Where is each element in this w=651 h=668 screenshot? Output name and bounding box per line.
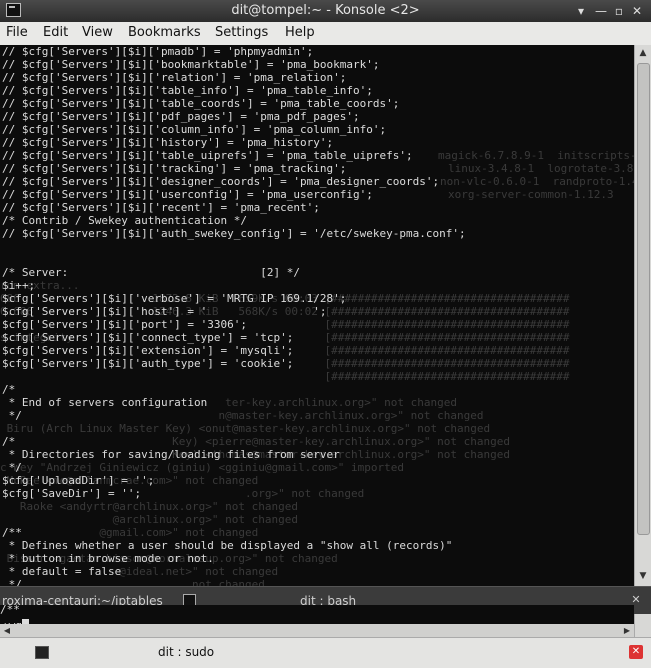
code-line: * button in browse mode or not.: [2, 552, 214, 565]
menu-file[interactable]: File: [6, 25, 28, 40]
code-line: $cfg['Servers'][$i]['host'] = ' ';: [2, 305, 327, 318]
code-line: // $cfg['Servers'][$i]['tracking'] = 'pm…: [2, 162, 347, 175]
scroll-right-icon[interactable]: ▶: [620, 624, 634, 637]
ghost-line: non-vlc-0.6.0-1 randproto-1.4.: [440, 175, 634, 188]
code-line: /*: [2, 435, 16, 448]
code-line: $cfg['UploadDir'] = '';: [2, 474, 155, 487]
code-line: // $cfg['Servers'][$i]['recent'] = 'pma_…: [2, 201, 320, 214]
code-line: */: [2, 578, 22, 586]
code-line: // $cfg['Servers'][$i]['bookmarktable'] …: [2, 58, 380, 71]
code-line: $cfg['Servers'][$i]['auth_type'] = 'cook…: [2, 357, 294, 370]
editor-text: // $cfg['Servers'][$i]['pmadb'] = 'phpmy…: [2, 45, 466, 586]
window-title: dit@tompel:~ - Konsole <2>: [231, 3, 420, 18]
terminal-scrollbar[interactable]: ▲ ▼: [634, 45, 651, 586]
lower-text: /**: [0, 603, 20, 616]
scroll-thumb[interactable]: [637, 63, 650, 535]
code-line: // $cfg['Servers'][$i]['column_info'] = …: [2, 123, 387, 136]
code-line: */: [2, 461, 22, 474]
ghost-line: xorg-server-common-1.12.3: [448, 188, 614, 201]
session-tab-bar: dit : sudo ✕: [0, 637, 651, 668]
code-line: * Directories for saving/loading files f…: [2, 448, 340, 461]
scroll-left-icon[interactable]: ◀: [0, 624, 14, 637]
code-line: // $cfg['Servers'][$i]['table_coords'] =…: [2, 97, 400, 110]
scroll-down-icon[interactable]: ▼: [635, 568, 651, 584]
code-line: */: [2, 409, 22, 422]
menu-bookmarks[interactable]: Bookmarks: [128, 25, 201, 40]
code-line: // $cfg['Servers'][$i]['pmadb'] = 'phpmy…: [2, 45, 314, 58]
menu-bar: File Edit View Bookmarks Settings Help: [0, 22, 651, 46]
code-line: /**: [2, 526, 22, 539]
code-line: $cfg['Servers'][$i]['port'] = '3306';: [2, 318, 248, 331]
code-line: $i++;: [2, 279, 36, 292]
code-line: // $cfg['Servers'][$i]['designer_coords'…: [2, 175, 440, 188]
window-menu-button[interactable]: ▾: [572, 3, 590, 19]
menu-help[interactable]: Help: [285, 25, 315, 40]
code-line: $cfg['Servers'][$i]['verbose'] = 'MRTG I…: [2, 292, 347, 305]
window-titlebar[interactable]: dit@tompel:~ - Konsole <2> ▾ — ▫ ✕: [0, 0, 651, 22]
code-line: * default = false: [2, 565, 122, 578]
ghost-line: magick-6.7.8.9-1 initscripts-2012: [438, 149, 634, 162]
code-line: $cfg['Servers'][$i]['connect_type'] = 't…: [2, 331, 294, 344]
code-line: /* Server: [2] */: [2, 266, 301, 279]
scroll-up-icon[interactable]: ▲: [635, 45, 651, 61]
close-window-button[interactable]: ✕: [628, 3, 646, 19]
code-line: * Defines whether a user should be displ…: [2, 539, 453, 552]
code-line: // $cfg['Servers'][$i]['auth_swekey_conf…: [2, 227, 466, 240]
code-line: // $cfg['Servers'][$i]['history'] = 'pma…: [2, 136, 334, 149]
code-line: // $cfg['Servers'][$i]['relation'] = 'pm…: [2, 71, 347, 84]
code-line: $cfg['SaveDir'] = '';: [2, 487, 142, 500]
horizontal-scrollbar[interactable]: ◀ ▶: [0, 624, 634, 637]
tab-dit-sudo[interactable]: dit : sudo: [158, 645, 214, 659]
ghost-line: linux-3.4.8-1 logrotate-3.8.2-: [448, 162, 634, 175]
minimize-button[interactable]: —: [592, 3, 610, 19]
code-line: /* Contrib / Swekey authentication */: [2, 214, 248, 227]
terminal-view[interactable]: magick-6.7.8.9-1 initscripts-2012linux-3…: [0, 45, 634, 586]
code-line: // $cfg['Servers'][$i]['userconfig'] = '…: [2, 188, 373, 201]
code-line: * End of servers configuration: [2, 396, 208, 409]
code-line: // $cfg['Servers'][$i]['pdf_pages'] = 'p…: [2, 110, 360, 123]
code-line: /*: [2, 383, 16, 396]
menu-settings[interactable]: Settings: [215, 25, 268, 40]
menu-view[interactable]: View: [82, 25, 113, 40]
maximize-button[interactable]: ▫: [610, 3, 628, 19]
code-line: $cfg['Servers'][$i]['extension'] = 'mysq…: [2, 344, 294, 357]
terminal-tab-icon: [35, 646, 49, 659]
code-line: // $cfg['Servers'][$i]['table_info'] = '…: [2, 84, 373, 97]
close-session-icon[interactable]: ✕: [629, 645, 643, 659]
code-line: // $cfg['Servers'][$i]['table_uiprefs'] …: [2, 149, 413, 162]
menu-edit[interactable]: Edit: [43, 25, 68, 40]
lower-scrollbar[interactable]: [634, 614, 651, 637]
